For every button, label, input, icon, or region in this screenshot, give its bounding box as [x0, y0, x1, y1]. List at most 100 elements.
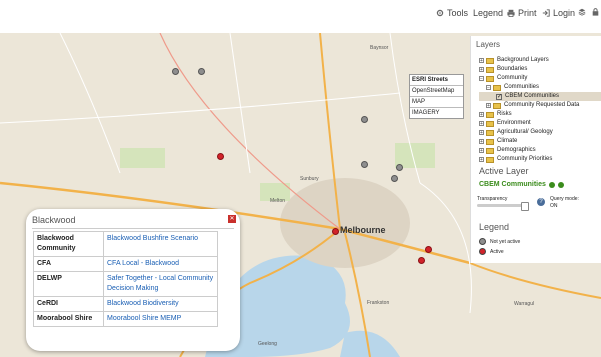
- active-layer-title: Active Layer: [479, 166, 529, 176]
- tree-node-risks[interactable]: + Risks: [479, 110, 601, 119]
- community-marker-inactive[interactable]: [391, 175, 398, 182]
- tree-node-label: Demographics: [497, 147, 536, 153]
- tree-node-background-layers[interactable]: + Background Layers: [479, 56, 601, 65]
- tree-node-label: Risks: [497, 111, 512, 117]
- folder-icon: [486, 120, 494, 127]
- query-mode-icon[interactable]: ?: [537, 198, 545, 206]
- lock-button[interactable]: [592, 8, 599, 16]
- resource-link[interactable]: Blackwood Bushfire Scenario: [103, 231, 218, 257]
- tree-node-demographics[interactable]: + Demographics: [479, 146, 601, 155]
- organisation-cell: Blackwood Community: [33, 231, 104, 257]
- map-label-geelong: Geelong: [258, 341, 277, 347]
- basemap-option-map[interactable]: MAP: [410, 97, 463, 108]
- login-icon: [542, 9, 550, 17]
- info-icon[interactable]: [548, 181, 555, 188]
- lock-icon: [592, 8, 599, 16]
- community-marker-inactive[interactable]: [361, 161, 368, 168]
- slider-handle[interactable]: [521, 202, 529, 211]
- tree-node-label: Community: [497, 75, 528, 81]
- table-row: Blackwood Community Blackwood Bushfire S…: [33, 231, 218, 257]
- community-marker-active[interactable]: [418, 257, 425, 264]
- tree-node-label: Environment: [497, 120, 531, 126]
- resource-link[interactable]: Moorabool Shire MEMP: [103, 311, 218, 327]
- tree-node-community-priorities[interactable]: + Community Priorities: [479, 155, 601, 164]
- query-mode-label: Query mode:: [550, 196, 579, 202]
- print-label: Print: [518, 8, 537, 18]
- basemap-option-imagery[interactable]: IMAGERY: [410, 108, 463, 118]
- resource-link[interactable]: Safer Together - Local Community Decisio…: [103, 271, 218, 297]
- legend-item-label: Not yet active: [490, 238, 521, 245]
- query-mode[interactable]: Query mode: ON: [550, 196, 579, 210]
- tree-node-climate[interactable]: + Climate: [479, 137, 601, 146]
- folder-icon: [486, 138, 494, 145]
- resource-link[interactable]: Blackwood Biodiversity: [103, 296, 218, 312]
- community-marker-active[interactable]: [425, 246, 432, 253]
- layer-checkbox[interactable]: ✓: [496, 93, 502, 100]
- folder-icon: [486, 57, 494, 64]
- tree-node-agricultural-geology[interactable]: + Agricultural/ Geology: [479, 128, 601, 137]
- gear-icon[interactable]: [557, 181, 564, 188]
- basemap-option-openstreetmap[interactable]: OpenStreetMap: [410, 86, 463, 97]
- map-label-frankston: Frankston: [367, 300, 390, 306]
- tools-label: Tools: [447, 8, 469, 18]
- folder-icon: [493, 102, 501, 109]
- community-marker-inactive[interactable]: [198, 68, 205, 75]
- transparency-label: Transparency: [477, 196, 508, 202]
- organisation-cell: CeRDI: [33, 296, 104, 312]
- community-marker-active[interactable]: [217, 153, 224, 160]
- map-label-melton: Melton: [270, 198, 286, 204]
- tree-node-label: Agricultural/ Geology: [497, 129, 553, 135]
- legend-item-active: Active: [479, 248, 504, 255]
- tree-node-label: Community Requested Data: [504, 102, 580, 108]
- tree-node-boundaries[interactable]: + Boundaries: [479, 65, 601, 74]
- tree-node-environment[interactable]: + Environment: [479, 119, 601, 128]
- layers-toggle-button[interactable]: [578, 8, 586, 16]
- tree-node-label: Community Priorities: [497, 156, 553, 162]
- expand-icon[interactable]: +: [486, 103, 491, 109]
- tree-node-community[interactable]: − Community: [479, 74, 601, 83]
- map-label-melbourne: Melbourne: [340, 225, 386, 235]
- print-icon: [507, 9, 515, 17]
- expand-icon[interactable]: +: [479, 148, 484, 154]
- red-dot-icon: [479, 248, 486, 255]
- popup-title: Blackwood: [32, 215, 76, 225]
- close-icon[interactable]: ✕: [228, 215, 236, 223]
- expand-icon[interactable]: +: [479, 67, 484, 73]
- map-label-warragul: Warragul: [514, 301, 535, 307]
- collapse-icon[interactable]: −: [486, 85, 491, 91]
- expand-icon[interactable]: +: [479, 157, 484, 163]
- login-button[interactable]: Login: [542, 8, 575, 18]
- expand-icon[interactable]: +: [479, 58, 484, 64]
- table-row: CFA CFA Local - Blackwood: [33, 256, 218, 272]
- community-marker-inactive[interactable]: [396, 164, 403, 171]
- print-button[interactable]: Print: [507, 8, 537, 18]
- gear-icon: [436, 9, 444, 17]
- road: [229, 33, 251, 174]
- tree-node-communities[interactable]: − Communities: [479, 83, 601, 92]
- map-label-baynsor: Baynsor: [370, 45, 389, 51]
- community-marker-inactive[interactable]: [361, 116, 368, 123]
- tools-button[interactable]: Tools: [436, 8, 468, 18]
- community-marker-active[interactable]: [332, 228, 339, 235]
- collapse-icon[interactable]: −: [479, 76, 484, 82]
- tree-node-community-requested-data[interactable]: + Community Requested Data: [479, 101, 601, 110]
- organisation-cell: CFA: [33, 256, 104, 272]
- grey-dot-icon: [479, 238, 486, 245]
- expand-icon[interactable]: +: [479, 121, 484, 127]
- expand-icon[interactable]: +: [479, 112, 484, 118]
- resource-link[interactable]: CFA Local - Blackwood: [103, 256, 218, 272]
- folder-icon: [486, 129, 494, 136]
- expand-icon[interactable]: +: [479, 139, 484, 145]
- table-row: Moorabool Shire Moorabool Shire MEMP: [33, 311, 218, 327]
- tree-node-label: Boundaries: [497, 66, 528, 72]
- transparency-slider[interactable]: [477, 202, 529, 211]
- freeway: [469, 262, 601, 299]
- basemap-option-esri-streets[interactable]: ESRI Streets: [410, 75, 463, 86]
- legend-item-label: Active: [490, 248, 504, 255]
- community-marker-inactive[interactable]: [172, 68, 179, 75]
- tree-node-cbem-communities[interactable]: ✓ CBEM Communities: [479, 92, 601, 101]
- folder-icon: [486, 66, 494, 73]
- legend-button[interactable]: Legend: [473, 8, 503, 18]
- popup-divider: [32, 228, 234, 229]
- expand-icon[interactable]: +: [479, 130, 484, 136]
